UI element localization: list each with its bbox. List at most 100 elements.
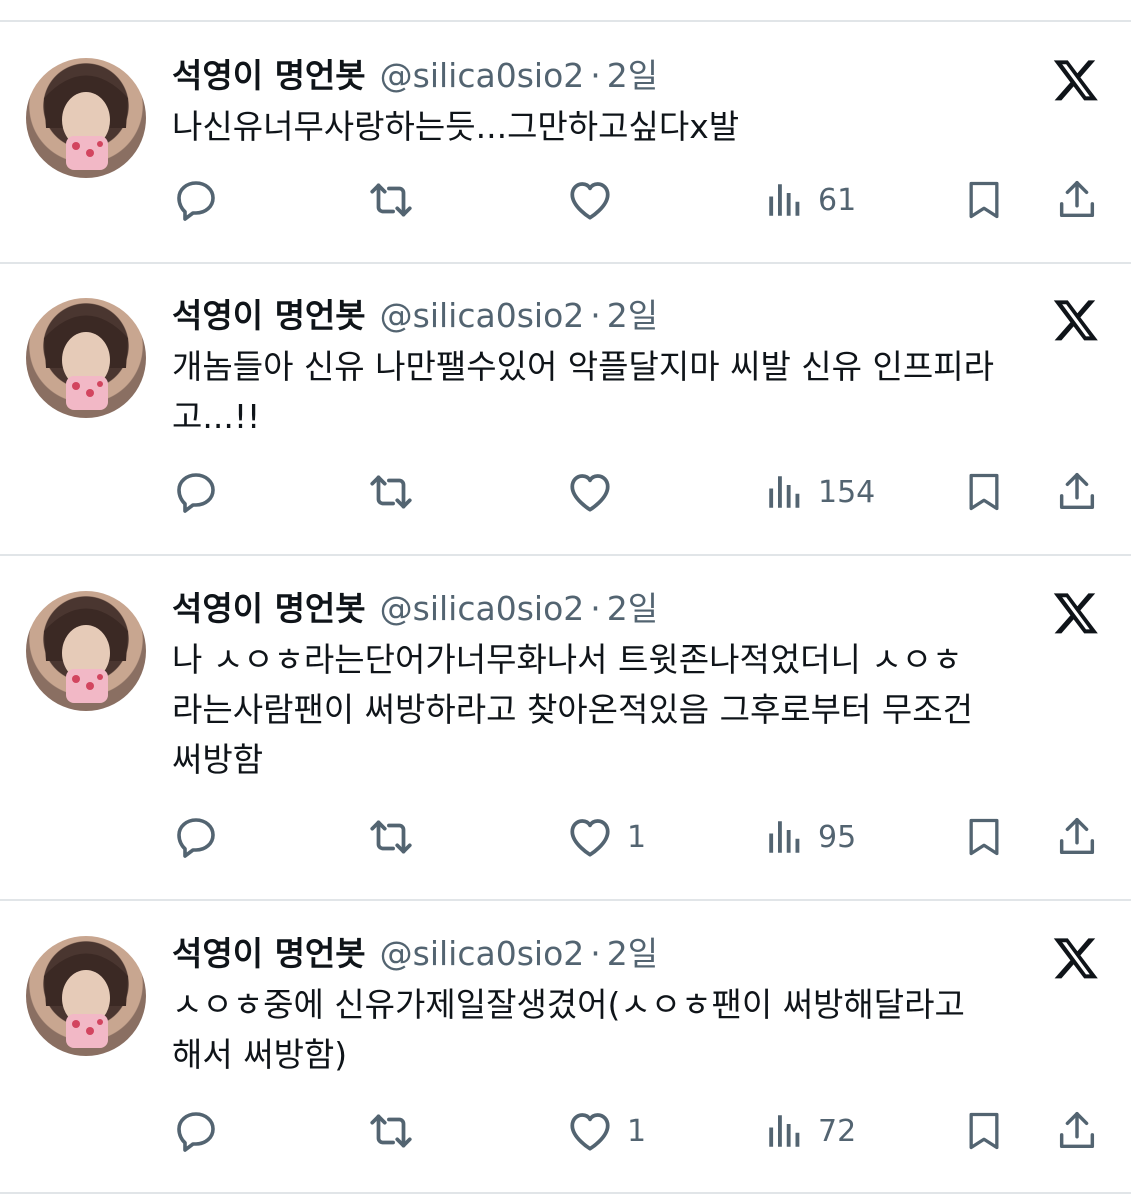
tweet-text: ㅅㅇㅎ중에 신유가제일잘생겼어(ㅅㅇㅎ팬이 써방해달라고 해서 써방함) bbox=[172, 985, 965, 1074]
heart-icon bbox=[570, 182, 610, 220]
separator-dot: · bbox=[590, 934, 601, 973]
author-handle[interactable]: @silica0sio2 bbox=[380, 54, 585, 98]
author-handle[interactable]: @silica0sio2 bbox=[380, 294, 585, 338]
retweet-icon bbox=[370, 1114, 412, 1148]
divider bbox=[0, 1192, 1131, 1194]
bookmark-icon bbox=[969, 473, 999, 511]
views-icon bbox=[769, 1115, 800, 1147]
divider bbox=[0, 20, 1131, 22]
tweet-header: 석영이 명언봇 @silica0sio2 · 2일 bbox=[172, 932, 658, 976]
tweet-text: 나 ㅅㅇㅎ라는단어가너무화나서 트윗존나적었더니 ㅅㅇㅎ 라는사람팬이 써방하라… bbox=[172, 640, 973, 779]
like-count: 1 bbox=[627, 1113, 647, 1149]
bookmark-icon bbox=[969, 1112, 999, 1150]
tweet[interactable]: 석영이 명언봇 @silica0sio2 · 2일 개놈들아 신유 나만팰수있어… bbox=[0, 294, 1131, 544]
reply-icon bbox=[177, 473, 215, 513]
tweet-feed: 석영이 명언봇 @silica0sio2 · 2일 나신유너무사랑하는듯...그… bbox=[0, 0, 1131, 1200]
retweet-button[interactable] bbox=[366, 1106, 428, 1156]
bookmark-button[interactable] bbox=[962, 812, 1006, 862]
reply-button[interactable] bbox=[172, 467, 232, 517]
avatar[interactable] bbox=[26, 58, 146, 178]
tweet-header: 석영이 명언봇 @silica0sio2 · 2일 bbox=[172, 294, 658, 338]
view-count: 72 bbox=[818, 1113, 857, 1149]
timestamp[interactable]: 2일 bbox=[607, 54, 658, 98]
retweet-button[interactable] bbox=[366, 812, 428, 862]
bookmark-button[interactable] bbox=[962, 1106, 1006, 1156]
avatar[interactable] bbox=[26, 298, 146, 418]
x-logo-icon bbox=[1052, 934, 1100, 982]
like-button[interactable]: 1 bbox=[565, 812, 646, 862]
reply-icon bbox=[177, 818, 215, 858]
divider bbox=[0, 262, 1131, 264]
tweet[interactable]: 석영이 명언봇 @silica0sio2 · 2일 ㅅㅇㅎ중에 신유가제일잘생겼… bbox=[0, 932, 1131, 1182]
view-count: 61 bbox=[818, 182, 857, 218]
bookmark-button[interactable] bbox=[962, 175, 1006, 225]
action-bar: 61 bbox=[0, 175, 1131, 225]
views-button[interactable]: 95 bbox=[764, 812, 856, 862]
views-icon bbox=[769, 476, 800, 508]
reply-icon bbox=[177, 1112, 215, 1152]
author-handle[interactable]: @silica0sio2 bbox=[380, 932, 585, 976]
timestamp[interactable]: 2일 bbox=[607, 294, 658, 338]
tweet-text: 개놈들아 신유 나만팰수있어 악플달지마 씨발 신유 인프피라 고...!! bbox=[172, 347, 994, 436]
action-bar: 1 72 bbox=[0, 1106, 1131, 1156]
retweet-icon bbox=[370, 820, 412, 854]
view-count: 154 bbox=[818, 474, 876, 510]
heart-icon bbox=[570, 474, 610, 512]
share-icon bbox=[1059, 473, 1095, 510]
share-icon bbox=[1059, 1112, 1095, 1149]
heart-icon bbox=[570, 1113, 610, 1151]
divider bbox=[0, 554, 1131, 556]
views-button[interactable]: 61 bbox=[764, 175, 856, 225]
reply-icon bbox=[177, 181, 215, 221]
reply-button[interactable] bbox=[172, 175, 232, 225]
separator-dot: · bbox=[590, 296, 601, 335]
tweet[interactable]: 석영이 명언봇 @silica0sio2 · 2일 나신유너무사랑하는듯...그… bbox=[0, 54, 1131, 259]
x-logo-icon bbox=[1052, 589, 1100, 637]
like-button[interactable] bbox=[565, 175, 627, 225]
author-name[interactable]: 석영이 명언봇 bbox=[172, 54, 366, 98]
separator-dot: · bbox=[590, 56, 601, 95]
bookmark-icon bbox=[969, 181, 999, 219]
bookmark-icon bbox=[969, 818, 999, 856]
share-icon bbox=[1059, 181, 1095, 218]
action-bar: 154 bbox=[0, 467, 1131, 517]
views-icon bbox=[769, 821, 800, 853]
timestamp[interactable]: 2일 bbox=[607, 932, 658, 976]
share-button[interactable] bbox=[1054, 1106, 1100, 1156]
author-handle[interactable]: @silica0sio2 bbox=[380, 587, 585, 631]
share-button[interactable] bbox=[1054, 175, 1100, 225]
view-count: 95 bbox=[818, 819, 857, 855]
retweet-icon bbox=[370, 475, 412, 509]
tweet-header: 석영이 명언봇 @silica0sio2 · 2일 bbox=[172, 587, 658, 631]
retweet-icon bbox=[370, 183, 412, 217]
tweet[interactable]: 석영이 명언봇 @silica0sio2 · 2일 나 ㅅㅇㅎ라는단어가너무화나… bbox=[0, 587, 1131, 887]
retweet-button[interactable] bbox=[366, 175, 428, 225]
tweet-header: 석영이 명언봇 @silica0sio2 · 2일 bbox=[172, 54, 658, 98]
retweet-button[interactable] bbox=[366, 467, 428, 517]
like-count: 1 bbox=[627, 819, 647, 855]
timestamp[interactable]: 2일 bbox=[607, 587, 658, 631]
author-name[interactable]: 석영이 명언봇 bbox=[172, 294, 366, 338]
views-button[interactable]: 72 bbox=[764, 1106, 856, 1156]
like-button[interactable]: 1 bbox=[565, 1106, 646, 1156]
action-bar: 1 95 bbox=[0, 812, 1131, 862]
views-button[interactable]: 154 bbox=[764, 467, 875, 517]
tweet-text: 나신유너무사랑하는듯...그만하고싶다x발 bbox=[172, 107, 740, 146]
reply-button[interactable] bbox=[172, 812, 232, 862]
author-name[interactable]: 석영이 명언봇 bbox=[172, 932, 366, 976]
heart-icon bbox=[570, 819, 610, 857]
avatar[interactable] bbox=[26, 936, 146, 1056]
bookmark-button[interactable] bbox=[962, 467, 1006, 517]
x-logo-icon bbox=[1052, 56, 1100, 104]
share-button[interactable] bbox=[1054, 467, 1100, 517]
share-icon bbox=[1059, 818, 1095, 855]
like-button[interactable] bbox=[565, 467, 627, 517]
reply-button[interactable] bbox=[172, 1106, 232, 1156]
divider bbox=[0, 899, 1131, 901]
x-logo-icon bbox=[1052, 296, 1100, 344]
views-icon bbox=[769, 184, 800, 216]
author-name[interactable]: 석영이 명언봇 bbox=[172, 587, 366, 631]
share-button[interactable] bbox=[1054, 812, 1100, 862]
separator-dot: · bbox=[590, 589, 601, 628]
avatar[interactable] bbox=[26, 591, 146, 711]
